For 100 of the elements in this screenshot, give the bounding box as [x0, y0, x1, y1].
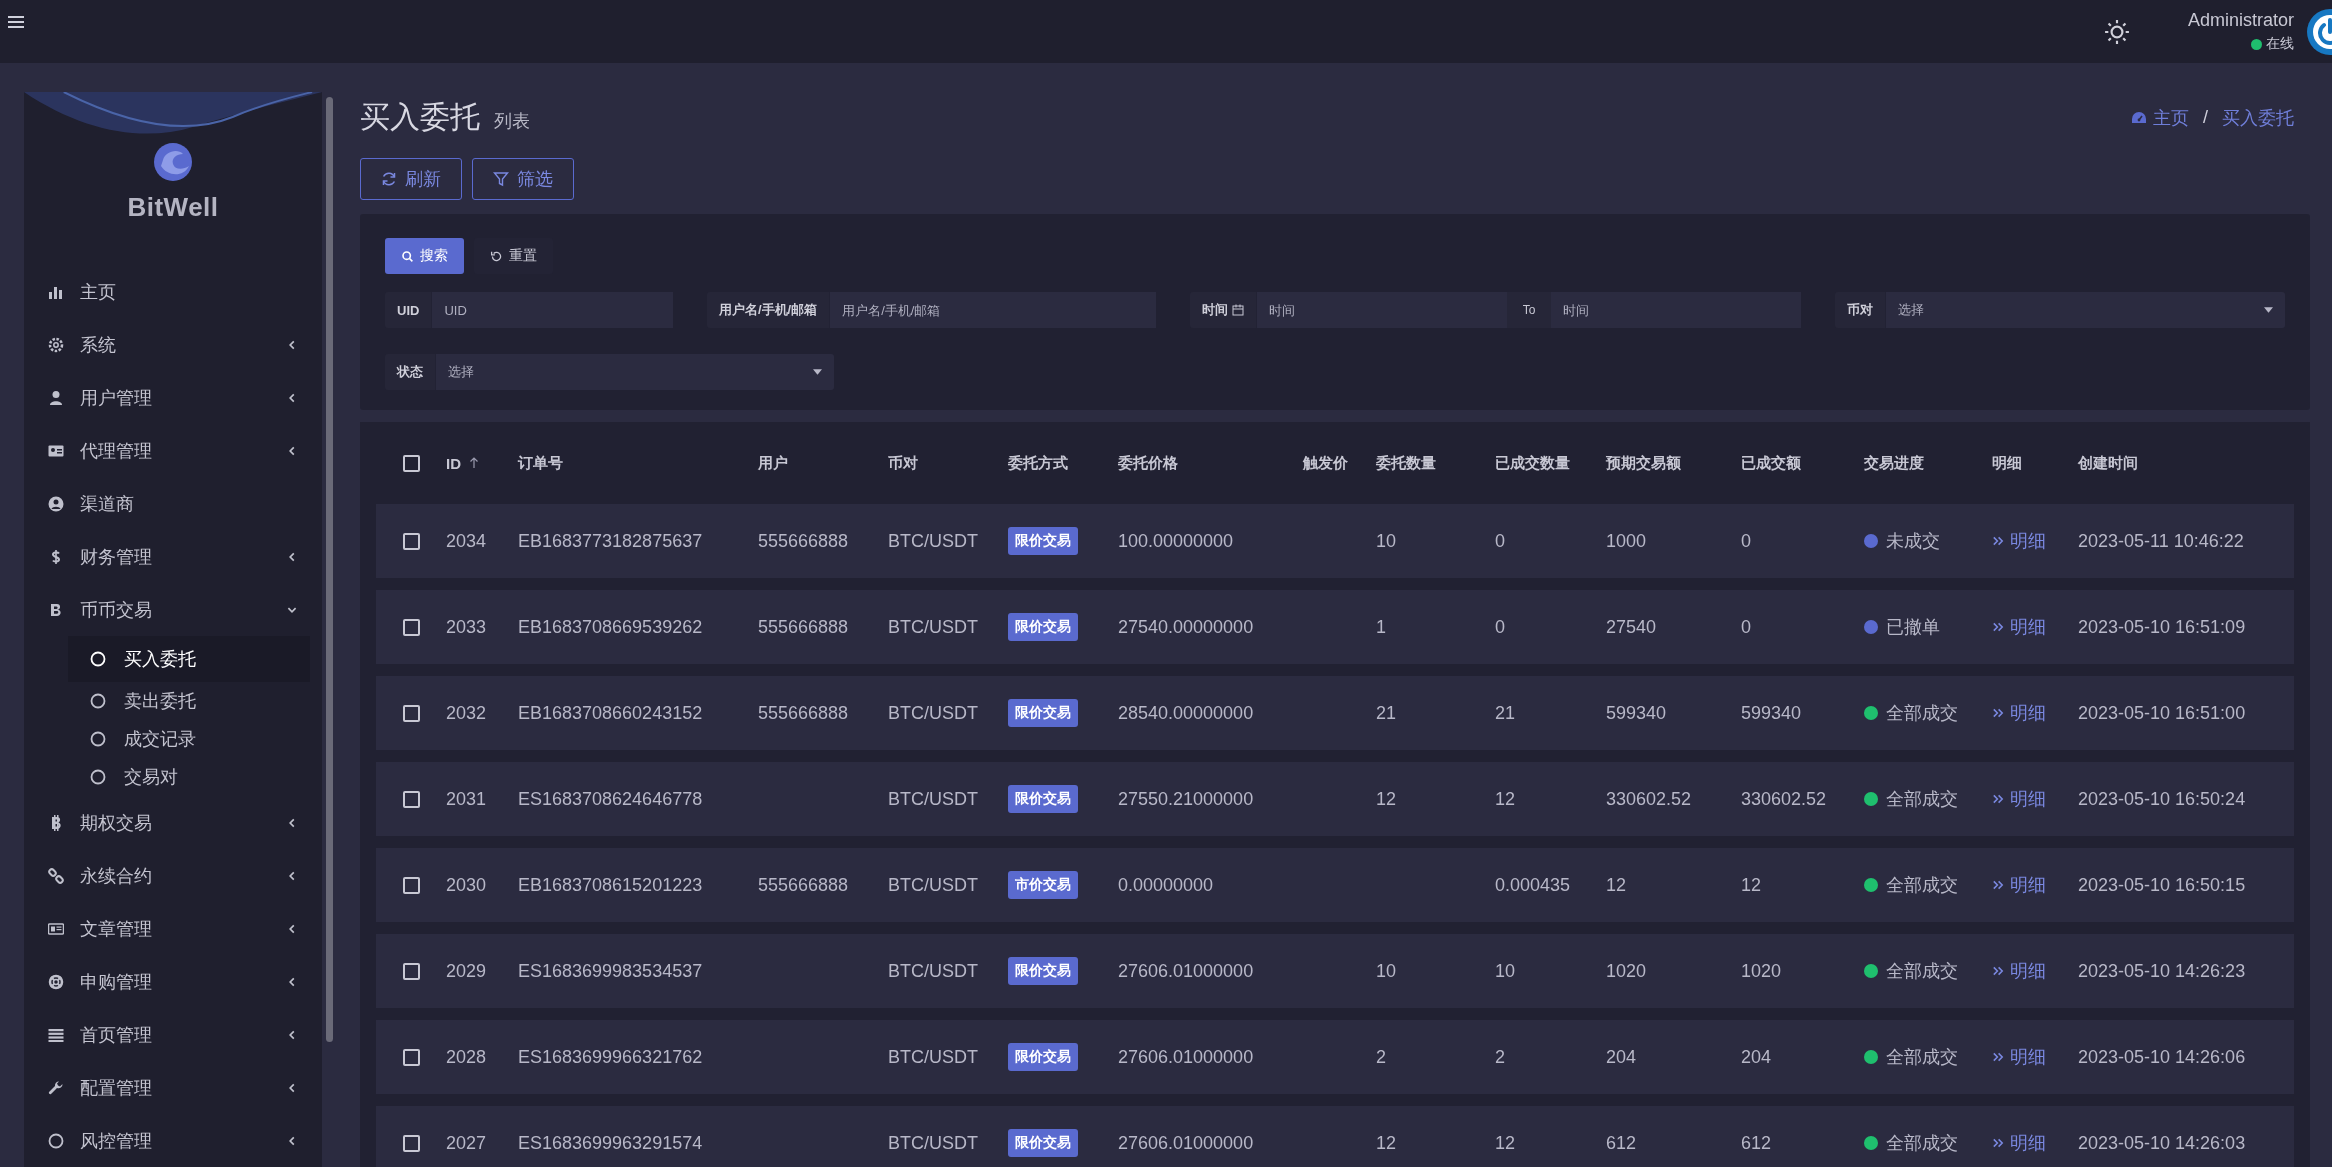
double-chevron-icon — [1992, 707, 2004, 719]
table-cell: EB1683708669539262 — [518, 616, 703, 638]
sidebar-item[interactable]: 首页管理 — [24, 1008, 322, 1061]
select-all-checkbox[interactable] — [402, 454, 420, 472]
row-checkbox[interactable] — [402, 790, 420, 808]
detail-link[interactable]: 明细 — [1992, 1045, 2046, 1069]
table-cell: 12 — [1495, 1132, 1516, 1154]
date-field[interactable]: 时间 — [1551, 292, 1801, 328]
table-cell: 612 — [1606, 1132, 1637, 1154]
detail-link[interactable]: 明细 — [1992, 959, 2046, 983]
scrollbar[interactable] — [326, 97, 333, 1042]
row-checkbox[interactable] — [402, 876, 420, 894]
table-cell: 2023-05-10 14:26:23 — [2078, 960, 2246, 982]
field-label: 币对 — [1835, 292, 1886, 328]
detail-link[interactable]: 明细 — [1992, 873, 2046, 897]
order-type-badge: 限价交易 — [1008, 527, 1078, 555]
column-header[interactable]: 订单号 — [518, 453, 758, 473]
table-cell: 27540.00000000 — [1118, 616, 1254, 638]
detail-link[interactable]: 明细 — [1992, 615, 2046, 639]
sidebar-item[interactable]: 申购管理 — [24, 955, 322, 1008]
sidebar-item[interactable]: 渠道商 — [24, 477, 322, 530]
table-cell: BTC/USDT — [888, 1132, 978, 1154]
table-cell: 2030 — [446, 874, 487, 896]
sidebar-item[interactable]: 用户管理 — [24, 371, 322, 424]
sidebar-item[interactable]: 期权交易 — [24, 796, 322, 849]
table-cell: 21 — [1376, 702, 1397, 724]
sidebar-item[interactable]: 风控管理 — [24, 1114, 322, 1167]
refresh-button[interactable]: 刷新 — [360, 158, 462, 200]
submenu-item[interactable]: 卖出委托 — [68, 682, 310, 720]
field-label: 状态 — [385, 354, 436, 390]
column-header[interactable]: 交易进度 — [1864, 453, 1992, 473]
column-header[interactable]: 预期交易额 — [1606, 453, 1741, 473]
sidebar-item[interactable]: 币币交易 — [24, 583, 322, 636]
table-cell: 330602.52 — [1606, 788, 1692, 810]
row-checkbox[interactable] — [402, 962, 420, 980]
order-type-badge: 限价交易 — [1008, 699, 1078, 727]
detail-link[interactable]: 明细 — [1992, 701, 2046, 725]
sidebar-item[interactable]: 文章管理 — [24, 902, 322, 955]
input-field[interactable]: UID — [432, 292, 673, 328]
sidebar-item[interactable]: 配置管理 — [24, 1061, 322, 1114]
sidebar-item[interactable]: 系统 — [24, 318, 322, 371]
column-header[interactable]: ID — [446, 454, 518, 472]
row-checkbox[interactable] — [402, 532, 420, 550]
column-header[interactable]: 币对 — [888, 453, 1008, 473]
breadcrumb-link[interactable]: 主页 — [2153, 105, 2189, 130]
double-chevron-icon — [1992, 793, 2004, 805]
column-header[interactable]: 已成交数量 — [1495, 453, 1606, 473]
refresh-icon — [381, 171, 397, 187]
select-field[interactable]: 选择 — [436, 354, 834, 390]
sort-arrow-icon[interactable] — [469, 457, 479, 469]
breadcrumb-link[interactable]: 买入委托 — [2222, 105, 2294, 130]
row-checkbox[interactable] — [402, 704, 420, 722]
column-header[interactable]: 创建时间 — [2078, 453, 2294, 473]
table-cell: 2034 — [446, 530, 487, 552]
table-cell: EB1683708615201223 — [518, 874, 703, 896]
table-cell: 27606.01000000 — [1118, 960, 1254, 982]
submenu-item[interactable]: 交易对 — [68, 758, 310, 796]
search-button[interactable]: 搜索 — [385, 238, 464, 274]
column-header[interactable]: 委托数量 — [1376, 453, 1495, 473]
table-cell: 1020 — [1606, 960, 1647, 982]
table-cell: 0 — [1741, 616, 1751, 638]
select-field[interactable]: 选择 — [1886, 292, 2285, 328]
table-cell: 100.00000000 — [1118, 530, 1234, 552]
column-header[interactable]: 用户 — [758, 453, 888, 473]
row-checkbox[interactable] — [402, 1048, 420, 1066]
dashboard-icon — [2131, 109, 2147, 126]
sun-icon[interactable] — [2103, 18, 2130, 45]
table-cell: 27540 — [1606, 616, 1657, 638]
input-field[interactable]: 用户名/手机/邮箱 — [830, 292, 1156, 328]
filter-button[interactable]: 筛选 — [472, 158, 574, 200]
sidebar-item[interactable]: 主页 — [24, 265, 322, 318]
sidebar-item[interactable]: 财务管理 — [24, 530, 322, 583]
row-checkbox[interactable] — [402, 1134, 420, 1152]
menu-icon[interactable] — [8, 14, 24, 29]
table-cell: BTC/USDT — [888, 1046, 978, 1068]
column-header[interactable]: 委托方式 — [1008, 453, 1118, 473]
table-cell: 599340 — [1606, 702, 1667, 724]
table-cell: 612 — [1741, 1132, 1772, 1154]
sidebar-item[interactable]: 永续合约 — [24, 849, 322, 902]
breadcrumb-separator: / — [2203, 107, 2208, 128]
column-header[interactable]: 已成交额 — [1741, 453, 1864, 473]
submenu-item[interactable]: 买入委托 — [68, 636, 310, 682]
column-header[interactable]: 明细 — [1992, 453, 2078, 473]
detail-link[interactable]: 明细 — [1992, 1131, 2046, 1155]
detail-link[interactable]: 明细 — [1992, 529, 2046, 553]
table-cell: BTC/USDT — [888, 874, 978, 896]
column-header[interactable]: 委托价格 — [1118, 453, 1303, 473]
brand-name: BitWell — [127, 192, 219, 223]
gear-icon — [48, 336, 64, 353]
detail-link[interactable]: 明细 — [1992, 787, 2046, 811]
sidebar-item[interactable]: 代理管理 — [24, 424, 322, 477]
table-cell: 2029 — [446, 960, 487, 982]
user-icon — [48, 389, 64, 406]
field-label: 时间 — [1190, 292, 1257, 328]
submenu-item[interactable]: 成交记录 — [68, 720, 310, 758]
date-field[interactable]: 时间 — [1257, 292, 1507, 328]
order-type-badge: 限价交易 — [1008, 613, 1078, 641]
table-cell: 12 — [1606, 874, 1627, 896]
column-header[interactable]: 触发价 — [1303, 453, 1376, 473]
row-checkbox[interactable] — [402, 618, 420, 636]
